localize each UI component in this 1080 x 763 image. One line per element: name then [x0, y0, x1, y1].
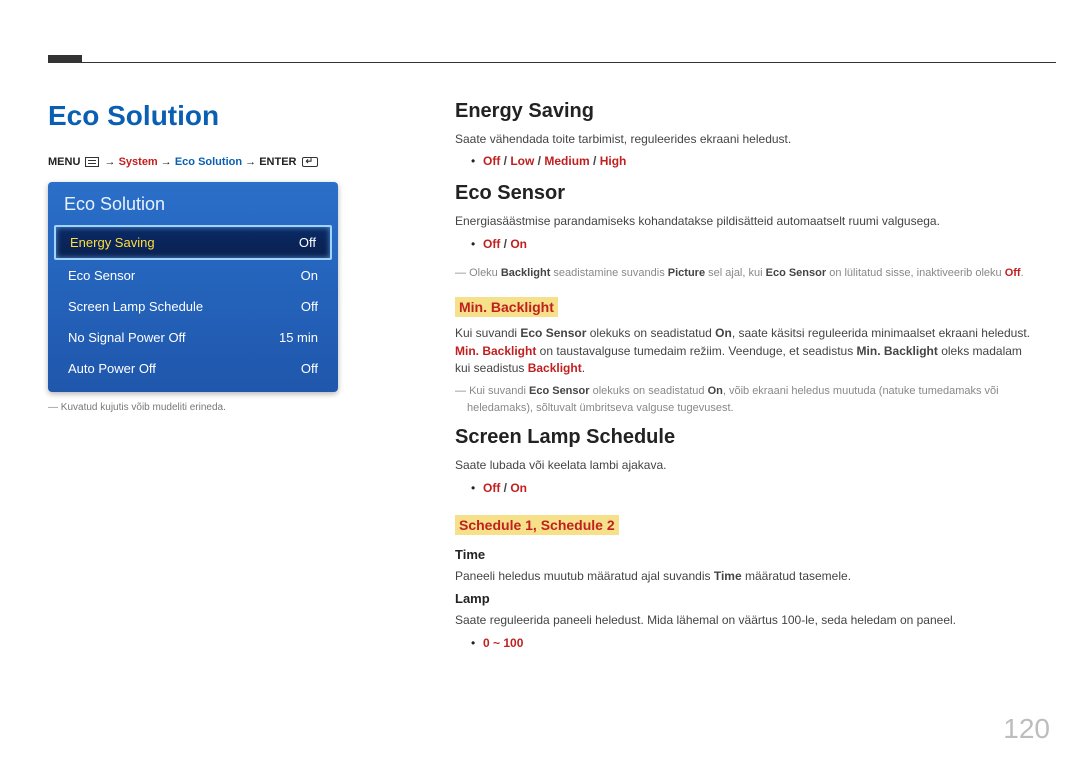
osd-row-value: 15 min: [279, 330, 318, 345]
header-mark: [48, 55, 82, 62]
desc-min-backlight: Kui suvandi Eco Sensor olekuks on seadis…: [455, 325, 1035, 377]
osd-row-value: Off: [301, 299, 318, 314]
options-energy-saving: Off / Low / Medium / High: [483, 154, 1035, 168]
desc-time: Paneeli heledus muutub määratud ajal suv…: [455, 568, 1035, 585]
osd-row-label: No Signal Power Off: [68, 330, 186, 345]
breadcrumb-eco: Eco Solution: [175, 156, 242, 168]
osd-row-label: Eco Sensor: [68, 268, 135, 283]
heading-time: Time: [455, 547, 1035, 562]
enter-icon: [302, 157, 318, 167]
breadcrumb: MENU → System → Eco Solution → ENTER: [48, 156, 348, 168]
right-column: Energy Saving Saate vähendada toite tarb…: [455, 100, 1035, 664]
heading-energy-saving: Energy Saving: [455, 100, 1035, 123]
header-rule: [48, 62, 1056, 63]
osd-row-auto-power-off: Auto Power Off Off: [54, 353, 332, 384]
osd-row-eco-sensor: Eco Sensor On: [54, 260, 332, 291]
arrow-3: →: [245, 156, 256, 168]
osd-row-label: Screen Lamp Schedule: [68, 299, 203, 314]
options-eco-sensor: Off / On: [483, 237, 1035, 251]
osd-panel-title: Eco Solution: [54, 188, 332, 225]
range-lamp: 0 ~ 100: [483, 636, 1035, 650]
desc-lamp-schedule: Saate lubada või keelata lambi ajakava.: [455, 457, 1035, 474]
desc-lamp: Saate reguleerida paneeli heledust. Mida…: [455, 612, 1035, 629]
left-column: Eco Solution MENU → System → Eco Solutio…: [48, 100, 348, 413]
osd-panel: Eco Solution Energy Saving Off Eco Sensor O…: [48, 182, 338, 392]
options-lamp-schedule: Off / On: [483, 481, 1035, 495]
osd-row-value: On: [301, 268, 318, 283]
arrow-2: →: [161, 156, 172, 168]
osd-row-no-signal-power-off: No Signal Power Off 15 min: [54, 322, 332, 353]
subheading-schedules: Schedule 1, Schedule 2: [455, 515, 619, 535]
desc-eco-sensor: Energiasäästmise parandamiseks kohandata…: [455, 213, 1035, 230]
osd-row-energy-saving: Energy Saving Off: [54, 225, 332, 260]
desc-energy-saving: Saate vähendada toite tarbimist, regulee…: [455, 131, 1035, 148]
osd-row-screen-lamp-schedule: Screen Lamp Schedule Off: [54, 291, 332, 322]
osd-row-label: Energy Saving: [70, 235, 155, 250]
enter-label: ENTER: [259, 156, 296, 168]
osd-row-value: Off: [299, 235, 316, 250]
note-eco-sensor-1: Oleku Backlight seadistamine suvandis Pi…: [455, 265, 1035, 282]
heading-eco-sensor: Eco Sensor: [455, 182, 1035, 205]
menu-label: MENU: [48, 156, 80, 168]
note-min-backlight: Kui suvandi Eco Sensor olekuks on seadis…: [455, 383, 1035, 416]
subheading-min-backlight: Min. Backlight: [455, 297, 558, 317]
breadcrumb-system: System: [119, 156, 158, 168]
osd-row-label: Auto Power Off: [68, 361, 156, 376]
menu-icon: [85, 157, 99, 167]
page-number: 120: [1003, 713, 1050, 745]
heading-lamp-schedule: Screen Lamp Schedule: [455, 426, 1035, 449]
arrow-1: →: [105, 156, 116, 168]
page-title: Eco Solution: [48, 100, 348, 132]
image-disclaimer: Kuvatud kujutis võib mudeliti erineda.: [48, 402, 348, 413]
heading-lamp: Lamp: [455, 591, 1035, 606]
osd-row-value: Off: [301, 361, 318, 376]
